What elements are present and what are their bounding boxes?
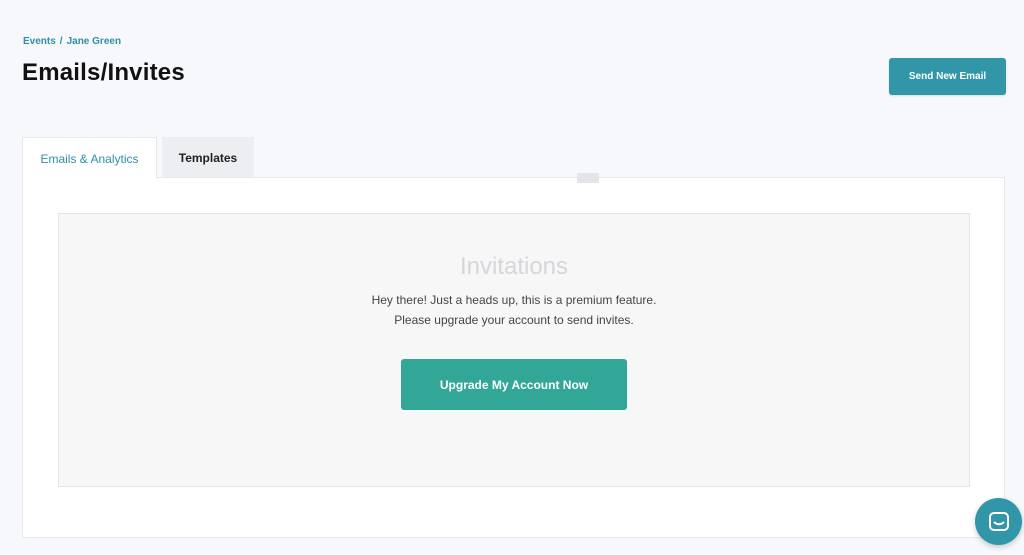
chat-launcher-button[interactable] xyxy=(975,498,1022,545)
send-new-email-button[interactable]: Send New Email xyxy=(889,58,1006,95)
tab-emails-analytics[interactable]: Emails & Analytics xyxy=(22,137,157,179)
premium-notice-message: Hey there! Just a heads up, this is a pr… xyxy=(371,293,657,307)
drag-handle[interactable] xyxy=(577,173,599,183)
premium-notice-title: Invitations xyxy=(459,253,569,280)
breadcrumb-events-link[interactable]: Events xyxy=(23,36,56,47)
page: Events / Jane Green Emails/Invites Send Ne… xyxy=(0,0,1024,555)
upgrade-account-button[interactable]: Upgrade My Account Now xyxy=(401,359,627,410)
breadcrumb-separator: / xyxy=(59,36,63,47)
premium-notice-submessage: Please upgrade your account to send invi… xyxy=(394,313,634,327)
tab-templates[interactable]: Templates xyxy=(162,137,254,178)
breadcrumb: Events / Jane Green xyxy=(23,36,121,47)
breadcrumb-event-name-link[interactable]: Jane Green xyxy=(67,36,121,47)
chat-icon xyxy=(988,511,1009,531)
page-title: Emails/Invites xyxy=(22,59,185,86)
premium-feature-notice: Invitations Hey there! Just a heads up, … xyxy=(58,213,970,487)
